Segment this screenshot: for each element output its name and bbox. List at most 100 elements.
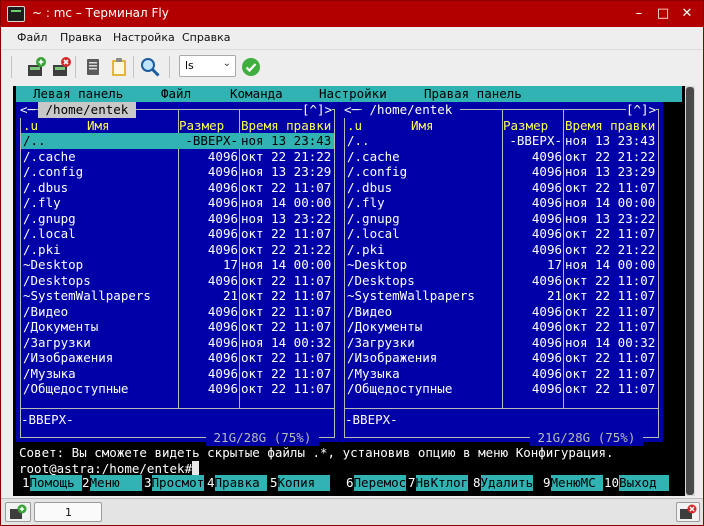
file-row[interactable]: /Документы 4096 окт 22 11:07 [345, 319, 658, 335]
file-row[interactable]: /Общедоступные 4096 окт 22 11:07 [21, 381, 334, 397]
file-row[interactable]: ~SystemWallpapers 21 окт 22 11:07 [21, 288, 334, 304]
file-row[interactable]: /Изображения 4096 окт 22 11:07 [345, 350, 658, 366]
fkey-5[interactable]: 5Копия [270, 475, 330, 491]
maximize-button[interactable]: □ [653, 4, 673, 24]
file-row[interactable]: /.gnupg 4096 ноя 13 23:22 [21, 211, 334, 227]
col-header-size[interactable]: Размер [503, 118, 548, 134]
file-row[interactable]: /Общедоступные 4096 окт 22 11:07 [345, 381, 658, 397]
file-row[interactable]: ~SystemWallpapers 21 окт 22 11:07 [345, 288, 658, 304]
file-name: /Общедоступные [347, 381, 453, 396]
file-name: ~Desktop [23, 257, 84, 272]
file-mtime: ноя 13 23:22 [565, 210, 656, 226]
file-row[interactable]: /.config 4096 ноя 13 23:29 [345, 164, 658, 180]
file-row[interactable]: ~Desktop 17 ноя 14 00:00 [21, 257, 334, 273]
fkey-1[interactable]: 1Помощь [22, 475, 82, 491]
file-row[interactable]: /Видео 4096 окт 22 11:07 [21, 304, 334, 320]
close-terminal-tab-button[interactable] [676, 502, 700, 522]
mc-menu-file[interactable]: Файл [161, 86, 191, 102]
fkey-label: НвКтлог [415, 475, 469, 491]
file-name: /Музыка [347, 365, 400, 381]
fkey-label: Удалить [480, 475, 534, 491]
minimize-button[interactable]: – [629, 4, 649, 24]
menu-settings[interactable]: Настройка [113, 31, 175, 44]
file-name: /Загрузки [347, 334, 415, 350]
file-row[interactable]: /Видео 4096 окт 22 11:07 [345, 304, 658, 320]
left-panel[interactable]: <─ /home/entek [^]> .u Имя Размер Время … [16, 102, 339, 446]
file-row[interactable]: /.. -ВВЕРХ-ноя 13 23:43 [21, 133, 334, 149]
file-row[interactable]: /Документы 4096 окт 22 11:07 [21, 319, 334, 335]
file-row[interactable]: /Музыка 4096 окт 22 11:07 [21, 366, 334, 382]
file-mtime: ноя 14 00:00 [565, 257, 656, 272]
panel-corner-right[interactable]: [^]> [302, 102, 333, 118]
file-name: ~SystemWallpapers [23, 288, 151, 303]
mc-menu-options[interactable]: Настройки [319, 86, 387, 102]
right-panel[interactable]: <─ /home/entek [^]> .u Имя Размер Время … [340, 102, 663, 446]
fkey-2[interactable]: 2Меню [82, 475, 142, 491]
file-name: /Изображения [347, 350, 438, 365]
command-combo[interactable]: ls ⌄ [179, 55, 236, 77]
file-row[interactable]: /.gnupg 4096 ноя 13 23:22 [345, 211, 658, 227]
file-row[interactable]: /.cache 4096 окт 22 21:22 [345, 149, 658, 165]
col-header-time[interactable]: Время правки [241, 118, 331, 134]
menu-file[interactable]: Файл [17, 31, 47, 44]
menu-help[interactable]: Справка [182, 31, 230, 44]
file-row[interactable]: /Изображения 4096 окт 22 11:07 [21, 350, 334, 366]
scrollbar-thumb[interactable] [686, 87, 694, 495]
fkey-8[interactable]: 8Удалить [473, 475, 533, 491]
file-row[interactable]: /.cache 4096 окт 22 21:22 [21, 149, 334, 165]
paste-icon[interactable] [108, 56, 130, 78]
mc-menu-right-panel[interactable]: Правая панель [424, 86, 522, 102]
file-size: 4096 [531, 164, 562, 179]
file-row[interactable]: /.pki 4096 окт 22 21:22 [345, 242, 658, 258]
col-header-size[interactable]: Размер [179, 118, 224, 134]
copy-icon[interactable] [82, 56, 104, 78]
file-name: /Desktops [23, 272, 91, 288]
file-name: /.gnupg [347, 210, 400, 226]
close-tab-icon[interactable] [50, 56, 72, 78]
fkey-3[interactable]: 3Просмотр [144, 475, 212, 491]
file-mtime: окт 22 11:07 [241, 350, 332, 365]
file-mtime: ноя 14 00:32 [565, 334, 656, 350]
col-header-name[interactable]: Имя [87, 118, 110, 134]
col-header-name[interactable]: Имя [411, 118, 434, 134]
file-row[interactable]: /Загрузки 4096 ноя 14 00:32 [345, 335, 658, 351]
run-check-icon[interactable] [240, 56, 262, 78]
file-row[interactable]: /Загрузки 4096 ноя 14 00:32 [21, 335, 334, 351]
file-mtime: окт 22 11:07 [241, 272, 332, 288]
panel-corner-right[interactable]: [^]> [626, 102, 657, 118]
file-row[interactable]: /.pki 4096 окт 22 21:22 [21, 242, 334, 258]
file-row[interactable]: /.fly 4096 ноя 14 00:00 [21, 195, 334, 211]
close-button[interactable]: ✕ [677, 4, 697, 24]
file-size: 4096 [207, 319, 238, 334]
new-tab-icon[interactable] [25, 56, 47, 78]
file-row[interactable]: /Музыка 4096 окт 22 11:07 [345, 366, 658, 382]
file-row[interactable]: ~Desktop 17 ноя 14 00:00 [345, 257, 658, 273]
mc-menu-left-panel[interactable]: Левая панель [33, 86, 123, 102]
fkey-9[interactable]: 9МенюМС [543, 475, 603, 491]
file-size: 4096 [207, 334, 238, 350]
terminal-tab-1[interactable]: 1 [34, 502, 102, 522]
menu-edit[interactable]: Правка [60, 31, 102, 44]
mc-menu-command[interactable]: Команда [230, 86, 283, 102]
file-row[interactable]: /.dbus 4096 окт 22 11:07 [21, 180, 334, 196]
fkey-7[interactable]: 7НвКтлог [408, 475, 468, 491]
fkey-4[interactable]: 4Правка [207, 475, 267, 491]
file-row[interactable]: /.fly 4096 ноя 14 00:00 [345, 195, 658, 211]
file-row[interactable]: /.. -ВВЕРХ-ноя 13 23:43 [345, 133, 658, 149]
file-size: 21 [222, 288, 238, 303]
terminal-area[interactable]: Левая панель Файл Команда Настройки Прав… [13, 86, 685, 496]
file-mtime: ноя 13 23:22 [241, 210, 332, 226]
file-row[interactable]: /Desktops 4096 окт 22 11:07 [21, 273, 334, 289]
fkey-6[interactable]: 6Перемос [346, 475, 406, 491]
file-row[interactable]: /.local 4096 окт 22 11:07 [345, 226, 658, 242]
find-icon[interactable] [139, 56, 161, 78]
new-terminal-tab-button[interactable] [5, 502, 31, 522]
fkey-10[interactable]: 10Выход [604, 475, 670, 491]
terminal-app-icon [7, 6, 25, 22]
file-row[interactable]: /.config 4096 ноя 13 23:29 [21, 164, 334, 180]
file-row[interactable]: /Desktops 4096 окт 22 11:07 [345, 273, 658, 289]
file-row[interactable]: /.local 4096 окт 22 11:07 [21, 226, 334, 242]
file-row[interactable]: /.dbus 4096 окт 22 11:07 [345, 180, 658, 196]
title-bar[interactable]: ~ : mc – Терминал Fly – □ ✕ [1, 1, 703, 27]
col-header-time[interactable]: Время правки [565, 118, 655, 134]
